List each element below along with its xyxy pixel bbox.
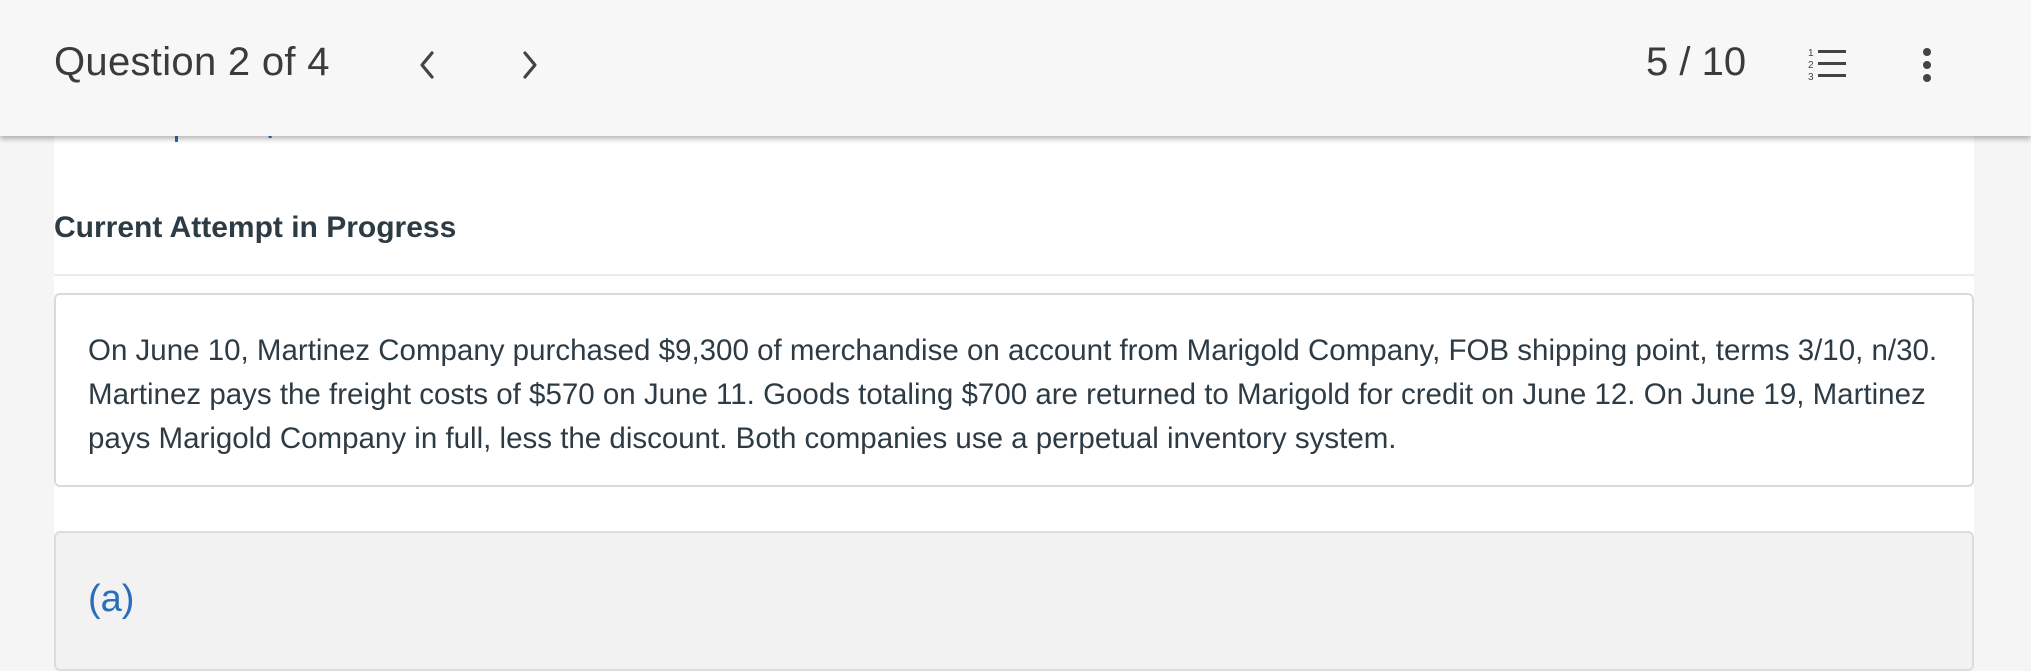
part-a-section: (a) (54, 531, 1974, 671)
chevron-left-icon (420, 51, 434, 79)
part-a-label: (a) (88, 578, 135, 620)
question-list-button[interactable]: 1 2 3 (1806, 45, 1852, 85)
score-display: 5 / 10 (1646, 40, 1747, 84)
problem-statement: On June 10, Martinez Company purchased $… (54, 293, 1974, 487)
more-options-button[interactable] (1912, 45, 1942, 85)
numbered-list-icon: 1 2 3 (1808, 48, 1846, 83)
svg-text:2: 2 (1808, 60, 1814, 71)
previous-question-button[interactable] (407, 42, 447, 88)
more-vertical-icon (1923, 48, 1931, 82)
question-counter: Question 2 of 4 (54, 40, 330, 84)
problem-text: On June 10, Martinez Company purchased $… (88, 334, 1938, 455)
attempt-status-heading: Current Attempt in Progress (54, 211, 457, 244)
section-divider (54, 274, 1974, 276)
svg-text:1: 1 (1808, 48, 1814, 59)
next-question-button[interactable] (510, 42, 550, 88)
chevron-right-icon (523, 51, 537, 79)
question-header: Question 2 of 4 5 / 10 1 2 3 (0, 0, 2031, 136)
svg-text:3: 3 (1808, 72, 1814, 83)
